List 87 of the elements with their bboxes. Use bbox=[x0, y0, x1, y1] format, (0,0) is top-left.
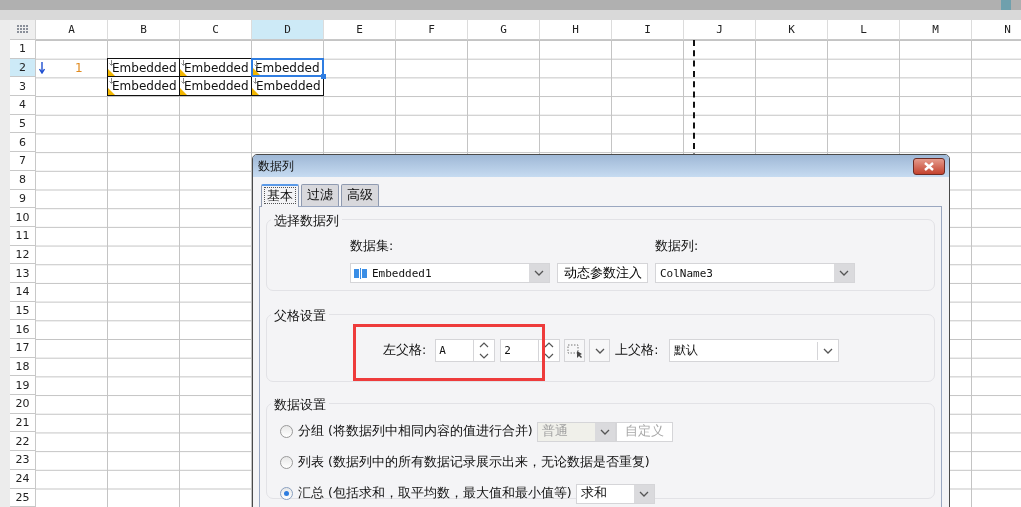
spin-field[interactable]: 2 bbox=[500, 339, 561, 362]
row-header[interactable]: 23 bbox=[10, 451, 36, 470]
expand-arrow-icon bbox=[253, 78, 258, 85]
window-title: 数据列 bbox=[258, 157, 294, 175]
column-header[interactable]: D bbox=[252, 20, 324, 40]
dataset-dropdown[interactable]: Embedded1 bbox=[350, 263, 550, 283]
chevron-down-icon bbox=[839, 270, 849, 276]
expand-arrow-icon bbox=[109, 78, 114, 85]
corner-marker-icon bbox=[108, 69, 115, 77]
expand-arrow-icon bbox=[254, 60, 259, 67]
dynamic-parameter-button[interactable]: 动态参数注入 bbox=[557, 263, 648, 283]
chevron-down-icon bbox=[534, 270, 544, 276]
scroll-thumb[interactable] bbox=[1001, 0, 1011, 10]
table-cell[interactable]: Embedded bbox=[179, 57, 252, 78]
option-dropdown[interactable]: 求和 bbox=[575, 483, 655, 504]
field-label: 数据集: bbox=[350, 238, 395, 255]
tab[interactable]: 高级 bbox=[341, 184, 379, 206]
row-header[interactable]: 6 bbox=[10, 133, 36, 153]
expand-arrow-icon bbox=[181, 59, 186, 66]
column-header[interactable]: N bbox=[972, 20, 1021, 40]
radio-button[interactable] bbox=[280, 456, 293, 469]
table-cell[interactable]: Embedded bbox=[107, 76, 180, 97]
chevron-down-icon bbox=[823, 347, 834, 354]
option-label[interactable]: 汇总 (包括求和，取平均数，最大值和最小值等) bbox=[298, 485, 572, 502]
row-header[interactable]: 13 bbox=[10, 264, 36, 283]
option-label[interactable]: 分组 (将数据列中相同内容的值进行合并) bbox=[298, 423, 533, 440]
row-header[interactable]: 17 bbox=[10, 339, 36, 358]
close-icon bbox=[923, 161, 935, 171]
field-label: 数据列: bbox=[655, 238, 700, 255]
corner-marker-icon bbox=[180, 69, 187, 77]
chevron-up-icon[interactable] bbox=[544, 342, 555, 349]
group-title: 父格设置 bbox=[271, 308, 329, 325]
row-header[interactable]: 1 bbox=[10, 40, 36, 59]
chevron-down-icon bbox=[638, 490, 649, 497]
radio-button[interactable] bbox=[280, 425, 293, 438]
column-header[interactable]: A bbox=[36, 20, 108, 40]
row-header[interactable]: 22 bbox=[10, 432, 36, 452]
selection-pointer-icon bbox=[566, 343, 583, 358]
column-header[interactable]: B bbox=[108, 20, 180, 40]
column-header[interactable]: K bbox=[756, 20, 828, 40]
close-button[interactable] bbox=[913, 157, 945, 175]
chevron-down-icon bbox=[599, 428, 610, 435]
row-header[interactable]: 7 bbox=[10, 152, 36, 171]
chevron-up-icon[interactable] bbox=[479, 342, 490, 349]
column-header[interactable]: L bbox=[828, 20, 900, 40]
field-label: 上父格: bbox=[615, 342, 659, 359]
column-header[interactable]: J bbox=[684, 20, 756, 40]
dataset-icon bbox=[354, 267, 368, 279]
cell-picker-button[interactable] bbox=[564, 339, 586, 362]
column-header[interactable]: C bbox=[180, 20, 252, 40]
column-header[interactable]: I bbox=[612, 20, 684, 40]
fill-handle[interactable] bbox=[321, 74, 326, 80]
corner-marker-icon bbox=[180, 88, 187, 96]
group-title: 选择数据列 bbox=[271, 213, 342, 230]
corner-marker-icon bbox=[108, 88, 115, 96]
column-header[interactable]: M bbox=[900, 20, 972, 40]
column-header[interactable]: E bbox=[324, 20, 396, 40]
row-header[interactable]: 10 bbox=[10, 208, 36, 227]
expand-arrow-icon bbox=[181, 78, 186, 85]
group-title: 数据设置 bbox=[271, 397, 329, 414]
table-cell[interactable]: Embedded bbox=[107, 57, 180, 78]
cell-text: 1 bbox=[75, 61, 83, 76]
parent-dropdown[interactable]: 默认 bbox=[669, 339, 840, 362]
select-all-icon[interactable] bbox=[10, 20, 36, 40]
row-header[interactable]: 4 bbox=[10, 96, 36, 115]
table-cell[interactable]: Embedded bbox=[251, 57, 324, 78]
row-header[interactable]: 3 bbox=[10, 77, 36, 97]
field-label: 左父格: bbox=[383, 342, 427, 359]
chevron-down-icon[interactable] bbox=[479, 352, 490, 359]
corner-marker-icon bbox=[252, 88, 259, 96]
column-header[interactable]: H bbox=[540, 20, 612, 40]
tab[interactable]: 基本 bbox=[261, 184, 299, 207]
row-header[interactable]: 19 bbox=[10, 376, 36, 396]
spin-field[interactable]: A bbox=[435, 339, 496, 362]
down-arrow-icon bbox=[39, 62, 45, 75]
row-header[interactable]: 16 bbox=[10, 320, 36, 339]
column-dropdown[interactable]: ColName3 bbox=[655, 263, 855, 283]
tab[interactable]: 过滤 bbox=[301, 184, 339, 206]
chevron-down-icon[interactable] bbox=[544, 352, 555, 359]
column-header[interactable]: G bbox=[468, 20, 540, 40]
expand-arrow-icon bbox=[109, 59, 114, 66]
table-cell[interactable]: Embedded bbox=[179, 76, 252, 97]
chevron-down-icon bbox=[594, 347, 605, 354]
row-header[interactable]: 20 bbox=[10, 395, 36, 414]
column-header[interactable]: F bbox=[396, 20, 468, 40]
option-label[interactable]: 列表 (数据列中的所有数据记录展示出来，无论数据是否重复) bbox=[298, 454, 650, 471]
radio-button[interactable] bbox=[280, 487, 293, 500]
